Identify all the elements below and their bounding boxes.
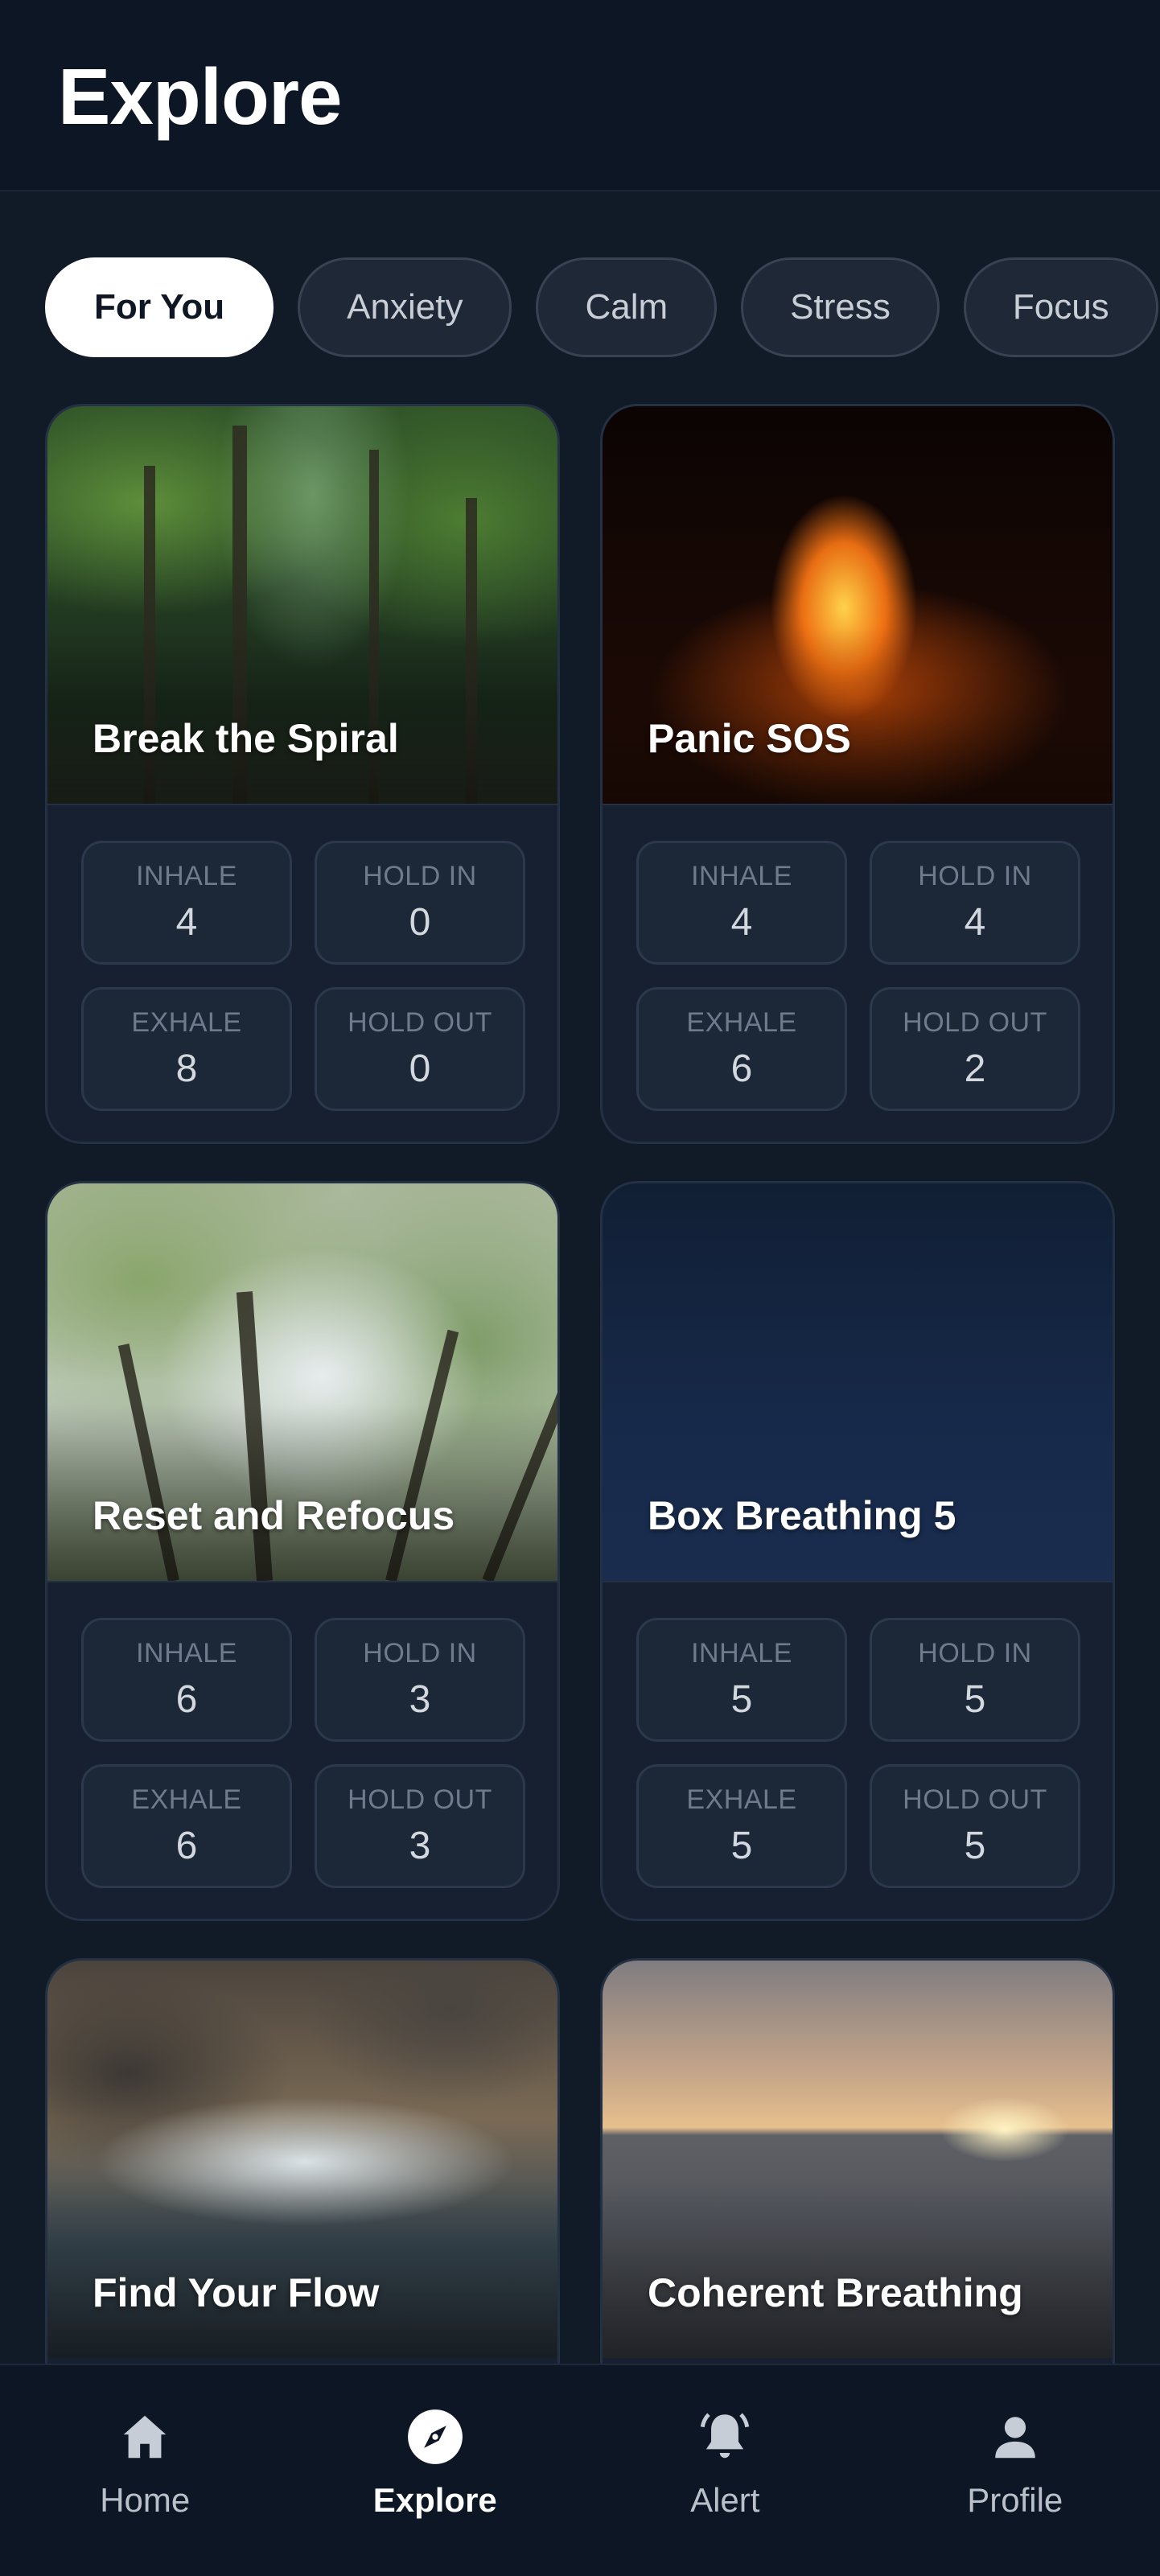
top-bar: Explore — [0, 0, 1160, 191]
nav-profile-label: Profile — [967, 2481, 1063, 2519]
chip-stress[interactable]: Stress — [741, 257, 940, 357]
card-image-river: Find Your Flow — [47, 1961, 557, 2358]
card-title: Box Breathing 5 — [648, 1493, 956, 1538]
card-title: Find Your Flow — [93, 2270, 380, 2315]
page-title: Explore — [58, 52, 342, 141]
nav-home[interactable]: Home — [40, 2407, 249, 2520]
home-icon — [115, 2407, 175, 2467]
nav-explore[interactable]: Explore — [331, 2407, 540, 2520]
stat-exhale: EXHALE 5 — [636, 1764, 847, 1888]
nav-home-label: Home — [100, 2481, 191, 2519]
stat-inhale: INHALE 4 — [636, 841, 847, 965]
breath-pattern: INHALE 6 HOLD IN 3 EXHALE 6 HOLD OUT 3 — [81, 1618, 525, 1888]
exercise-card-break-the-spiral[interactable]: Break the Spiral INHALE 4 HOLD IN 0 EXHALE… — [45, 404, 560, 1144]
stat-hold-out: HOLD OUT 3 — [315, 1764, 525, 1888]
stat-exhale: EXHALE 6 — [636, 987, 847, 1111]
bottom-nav: Home Explore Alert Profile — [0, 2364, 1160, 2576]
stat-hold-out: HOLD OUT 5 — [870, 1764, 1080, 1888]
compass-icon — [405, 2407, 465, 2467]
chip-focus[interactable]: Focus — [963, 257, 1158, 357]
exercise-card-box-breathing-5[interactable]: Box Breathing 5 INHALE 5 HOLD IN 5 EXHALE 5… — [600, 1181, 1115, 1921]
stat-hold-in: HOLD IN 0 — [315, 841, 525, 965]
stat-inhale: INHALE 5 — [636, 1618, 847, 1742]
stat-hold-out: HOLD OUT 2 — [870, 987, 1080, 1111]
card-title: Break the Spiral — [93, 716, 399, 761]
card-image-fire: Panic SOS — [603, 406, 1113, 804]
chip-for-you[interactable]: For You — [45, 257, 274, 357]
stat-hold-in: HOLD IN 4 — [870, 841, 1080, 965]
bell-icon — [695, 2407, 755, 2467]
stat-hold-out: HOLD OUT 0 — [315, 987, 525, 1111]
card-image-beach: Coherent Breathing — [603, 1961, 1113, 2358]
breath-pattern: INHALE 4 HOLD IN 4 EXHALE 6 HOLD OUT 2 — [636, 841, 1080, 1111]
card-title: Coherent Breathing — [648, 2270, 1023, 2315]
card-image-forest: Break the Spiral — [47, 406, 557, 804]
breath-pattern: INHALE 4 HOLD IN 0 EXHALE 8 HOLD OUT 0 — [81, 841, 525, 1111]
card-title: Reset and Refocus — [93, 1493, 455, 1538]
exercise-grid: Break the Spiral INHALE 4 HOLD IN 0 EXHALE… — [45, 404, 1115, 2576]
exercise-card-panic-sos[interactable]: Panic SOS INHALE 4 HOLD IN 4 EXHALE 6 HOLD … — [600, 404, 1115, 1144]
nav-profile[interactable]: Profile — [911, 2407, 1120, 2520]
stat-inhale: INHALE 4 — [81, 841, 292, 965]
chip-anxiety[interactable]: Anxiety — [298, 257, 512, 357]
nav-alert[interactable]: Alert — [620, 2407, 829, 2520]
stat-exhale: EXHALE 8 — [81, 987, 292, 1111]
card-image-canopy: Reset and Refocus — [47, 1183, 557, 1581]
stat-exhale: EXHALE 6 — [81, 1764, 292, 1888]
user-icon — [985, 2407, 1045, 2467]
stat-inhale: INHALE 6 — [81, 1618, 292, 1742]
stat-hold-in: HOLD IN 3 — [315, 1618, 525, 1742]
nav-explore-label: Explore — [372, 2481, 497, 2519]
card-image-night-sky: Box Breathing 5 — [603, 1183, 1113, 1581]
chip-calm[interactable]: Calm — [536, 257, 718, 357]
card-title: Panic SOS — [648, 716, 851, 761]
breath-pattern: INHALE 5 HOLD IN 5 EXHALE 5 HOLD OUT 5 — [636, 1618, 1080, 1888]
nav-alert-label: Alert — [690, 2481, 760, 2519]
exercise-card-reset-and-refocus[interactable]: Reset and Refocus INHALE 6 HOLD IN 3 EXHAL… — [45, 1181, 560, 1921]
stat-hold-in: HOLD IN 5 — [870, 1618, 1080, 1742]
category-chips: For You Anxiety Calm Stress Focus — [45, 257, 1160, 357]
